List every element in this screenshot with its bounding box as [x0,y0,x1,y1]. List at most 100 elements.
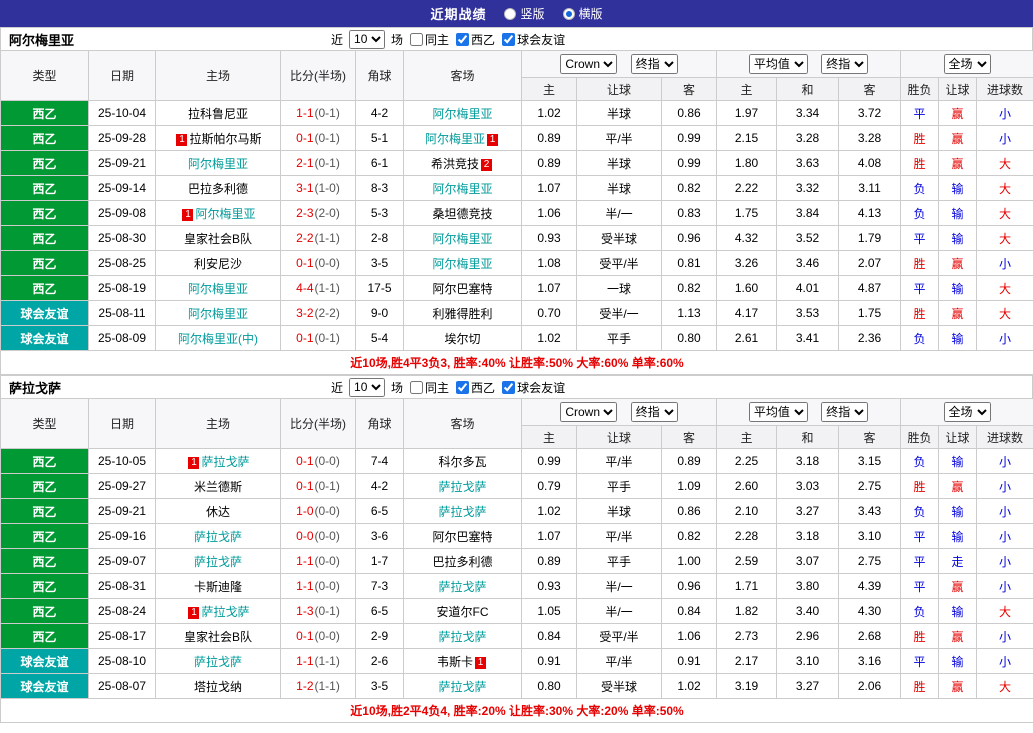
team-link[interactable]: 萨拉戈萨 [438,680,486,694]
team-link[interactable]: 阿尔梅里亚 [432,257,492,271]
fulltime-score: 1-1 [296,654,314,668]
corner-cell: 6-5 [355,498,404,524]
team-link[interactable]: 希洪竞技 [431,157,479,171]
match-type-badge: 西乙 [0,448,89,474]
team-link[interactable]: 桑坦德竞技 [432,207,492,221]
result-handicap: 输 [938,225,978,251]
team-link[interactable]: 拉科鲁尼亚 [188,107,248,121]
odds-source-select[interactable]: Crown [560,54,618,74]
team-link[interactable]: 萨拉戈萨 [194,530,242,544]
crown-away-odds: 0.82 [660,175,718,201]
avg-odds-select[interactable]: 平均值 [748,402,808,422]
red-card-badge: 1 [487,133,498,146]
team-link[interactable]: 阿尔巴塞特 [432,282,492,296]
team-link[interactable]: 利安尼沙 [194,257,242,271]
avg-away-odds: 2.68 [838,623,902,649]
layout-radio-vertical[interactable] [504,7,517,20]
final-odds-select[interactable]: 终指 [630,402,678,422]
match-date: 25-09-28 [88,125,156,151]
score-cell: 1-1(0-0) [280,573,356,599]
match-count-select[interactable]: 10 [349,29,386,49]
layout-option-vertical[interactable]: 竖版 [504,5,545,22]
team-link[interactable]: 韦斯卡 [437,655,473,669]
team-link[interactable]: 塔拉戈纳 [194,680,242,694]
team-link[interactable]: 埃尔切 [444,332,480,346]
team-link[interactable]: 休达 [206,505,230,519]
team-link[interactable]: 拉斯帕尔马斯 [189,132,261,146]
team-link[interactable]: 阿尔梅里亚 [188,282,248,296]
avg-odds-select[interactable]: 平均值 [748,54,808,74]
score-cell: 3-1(1-0) [280,175,356,201]
team-link[interactable]: 萨拉戈萨 [201,605,249,619]
result-goalline: 小 [976,325,1033,351]
result-handicap: 赢 [938,473,978,499]
crown-handicap: 半球 [576,150,662,176]
result-outcome: 负 [900,325,940,351]
league-toggle[interactable]: 西乙 [452,31,495,48]
team-link[interactable]: 萨拉戈萨 [194,655,242,669]
avg-draw-odds: 4.01 [776,275,840,301]
match-row: 西乙 25-09-08 1 阿尔梅里亚 2-3(2-0) 5-3 桑坦德竞技 1.06 半/一 0… [0,200,1033,226]
crown-handicap: 平手 [576,325,662,351]
friendly-toggle[interactable]: 球会友谊 [498,31,565,48]
crown-handicap: 平/半 [576,648,662,674]
league-checkbox[interactable] [456,380,470,394]
same-home-checkbox[interactable] [410,380,424,394]
team-name[interactable]: 萨拉戈萨 [1,378,161,397]
team-link[interactable]: 阿尔梅里亚 [432,107,492,121]
crown-home-odds: 0.99 [521,448,577,474]
same-home-checkbox[interactable] [410,32,424,46]
team-link[interactable]: 米兰德斯 [194,480,242,494]
league-toggle[interactable]: 西乙 [452,379,495,396]
team-link[interactable]: 皇家社会B队 [184,232,252,246]
team-link[interactable]: 萨拉戈萨 [438,505,486,519]
team-link[interactable]: 卡斯迪隆 [194,580,242,594]
match-date: 25-08-09 [88,325,156,351]
same-home-toggle[interactable]: 同主 [406,31,449,48]
near-label: 近 [331,32,344,47]
team-link[interactable]: 萨拉戈萨 [194,555,242,569]
team-link[interactable]: 萨拉戈萨 [438,480,486,494]
scope-select[interactable]: 全场 [943,54,991,74]
team-link[interactable]: 阿尔梅里亚 [195,207,255,221]
same-home-toggle[interactable]: 同主 [406,379,449,396]
team-name[interactable]: 阿尔梅里亚 [1,30,161,49]
team-link[interactable]: 巴拉多利德 [188,182,248,196]
friendly-checkbox[interactable] [502,380,516,394]
result-outcome: 负 [900,598,940,624]
layout-option-horizontal[interactable]: 横版 [562,5,603,22]
layout-radio-horizontal[interactable] [562,7,575,20]
corner-cell: 2-9 [355,623,404,649]
match-date: 25-10-04 [88,100,156,126]
team-link[interactable]: 萨拉戈萨 [438,580,486,594]
match-row: 西乙 25-09-28 1 拉斯帕尔马斯 0-1(0-1) 5-1 阿尔梅里亚 1 0.89 平/… [0,125,1033,151]
scope-select[interactable]: 全场 [943,402,991,422]
team-link[interactable]: 科尔多瓦 [438,455,486,469]
avg-final-odds-select[interactable]: 终指 [821,402,869,422]
friendly-toggle[interactable]: 球会友谊 [498,379,565,396]
league-checkbox[interactable] [456,32,470,46]
team-link[interactable]: 萨拉戈萨 [201,455,249,469]
team-link[interactable]: 阿尔巴塞特 [432,530,492,544]
team-link[interactable]: 阿尔梅里亚 [188,307,248,321]
avg-home-odds: 4.32 [716,225,778,251]
team-link[interactable]: 利雅得胜利 [432,307,492,321]
match-count-select[interactable]: 10 [349,377,386,397]
team-link[interactable]: 巴拉多利德 [432,555,492,569]
odds-source-select[interactable]: Crown [560,402,618,422]
result-handicap: 赢 [938,250,978,276]
team-link[interactable]: 萨拉戈萨 [438,630,486,644]
away-team-cell: 阿尔梅里亚 [403,100,522,126]
team-link[interactable]: 阿尔梅里亚 [188,157,248,171]
team-link[interactable]: 阿尔梅里亚 [425,132,485,146]
team-link[interactable]: 阿尔梅里亚 [432,232,492,246]
team-link[interactable]: 皇家社会B队 [184,630,252,644]
avg-final-odds-select[interactable]: 终指 [821,54,869,74]
team-link[interactable]: 阿尔梅里亚(中) [178,332,258,346]
team-link[interactable]: 阿尔梅里亚 [432,182,492,196]
team-link[interactable]: 安道尔FC [437,605,489,619]
final-odds-select[interactable]: 终指 [630,54,678,74]
friendly-checkbox[interactable] [502,32,516,46]
away-team-cell: 萨拉戈萨 [403,673,522,699]
avg-away-odds: 4.87 [838,275,902,301]
